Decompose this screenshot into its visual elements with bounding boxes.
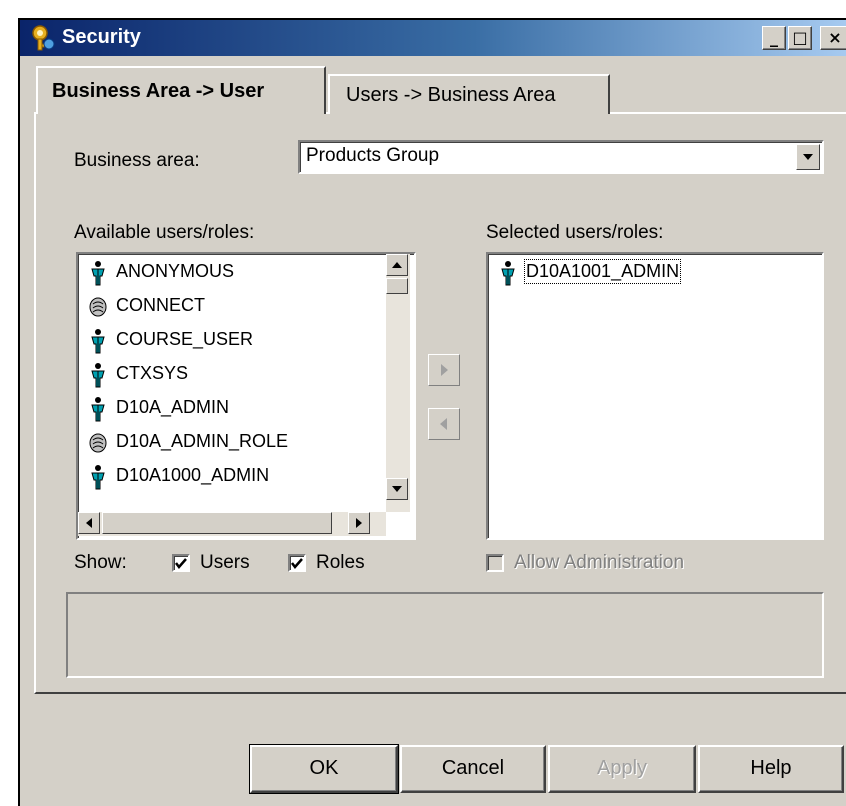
minimize-icon: _ [770,28,778,47]
roles-checkbox-label[interactable]: Roles [316,552,365,574]
checkmark-icon [175,558,187,569]
close-icon: × [828,28,842,47]
user-icon [91,397,105,422]
allow-administration-checkbox[interactable] [486,554,504,572]
business-area-label: Business area: [74,150,200,171]
add-user-button[interactable] [428,354,460,386]
arrow-left-icon [86,518,92,528]
list-item-label: CONNECT [116,295,205,315]
maximize-button[interactable]: □ [788,26,812,50]
apply-button[interactable]: Apply [548,745,696,793]
arrow-left-icon [440,418,447,430]
arrow-right-icon [356,518,362,528]
arrow-right-icon [441,364,448,376]
scroll-right-button[interactable] [348,512,370,534]
list-item-label: COURSE_USER [116,329,254,349]
role-icon [89,297,107,317]
list-item-label: ANONYMOUS [116,261,235,281]
selected-users-list[interactable]: D10A1001_ADMIN [486,252,824,540]
help-button[interactable]: Help [698,745,844,793]
users-checkbox-label[interactable]: Users [200,552,250,574]
tab-business-area-user[interactable]: Business Area -> User [36,66,326,114]
arrow-down-icon [392,486,402,492]
security-keys-icon [32,25,55,51]
user-icon [91,261,105,286]
allow-administration-label: Allow Administration [514,552,685,573]
roles-checkbox[interactable] [288,554,306,572]
show-label: Show: [74,552,127,573]
horizontal-scrollbar[interactable] [78,512,386,536]
remove-user-button[interactable] [428,408,460,440]
list-item-label: D10A1001_ADMIN [523,259,682,284]
scroll-up-button[interactable] [386,254,408,276]
role-icon [89,433,107,453]
tab-users-business-area[interactable]: Users -> Business Area [328,74,610,114]
available-users-list[interactable]: ANONYMOUS CONNECT COURSE_USER CTXSYS D10… [76,252,416,540]
window-title: Security [62,26,141,48]
dropdown-button[interactable] [796,144,820,170]
minimize-button[interactable]: _ [762,26,786,50]
scroll-thumb[interactable] [386,278,408,294]
vertical-scrollbar[interactable] [386,254,410,512]
user-icon [91,329,105,354]
scroll-thumb[interactable] [102,512,332,534]
title-bar[interactable]: Security _ □ × [20,20,846,56]
selected-users-label: Selected users/roles: [486,222,664,243]
user-icon [501,261,515,286]
list-item-label: D10A_ADMIN_ROLE [116,431,289,451]
scroll-down-button[interactable] [386,478,408,500]
checkmark-icon [291,558,303,569]
business-area-value: Products Group [306,145,440,166]
description-box [66,592,824,678]
maximize-icon: □ [792,28,808,47]
user-icon [91,363,105,388]
business-area-combobox[interactable]: Products Group [298,140,824,174]
user-icon [91,465,105,490]
scroll-left-button[interactable] [78,512,100,534]
close-button[interactable]: × [820,26,846,50]
available-users-label: Available users/roles: [74,222,255,243]
ok-button[interactable]: OK [249,744,399,794]
users-checkbox[interactable] [172,554,190,572]
arrow-up-icon [392,262,402,268]
list-item-label: D10A1000_ADMIN [116,465,270,485]
cancel-button[interactable]: Cancel [400,745,546,793]
security-dialog: Security _ □ × Business Area -> User Use… [18,18,846,806]
list-item-label: D10A_ADMIN [116,397,230,417]
chevron-down-icon [803,154,813,160]
list-item-label: CTXSYS [116,363,189,383]
